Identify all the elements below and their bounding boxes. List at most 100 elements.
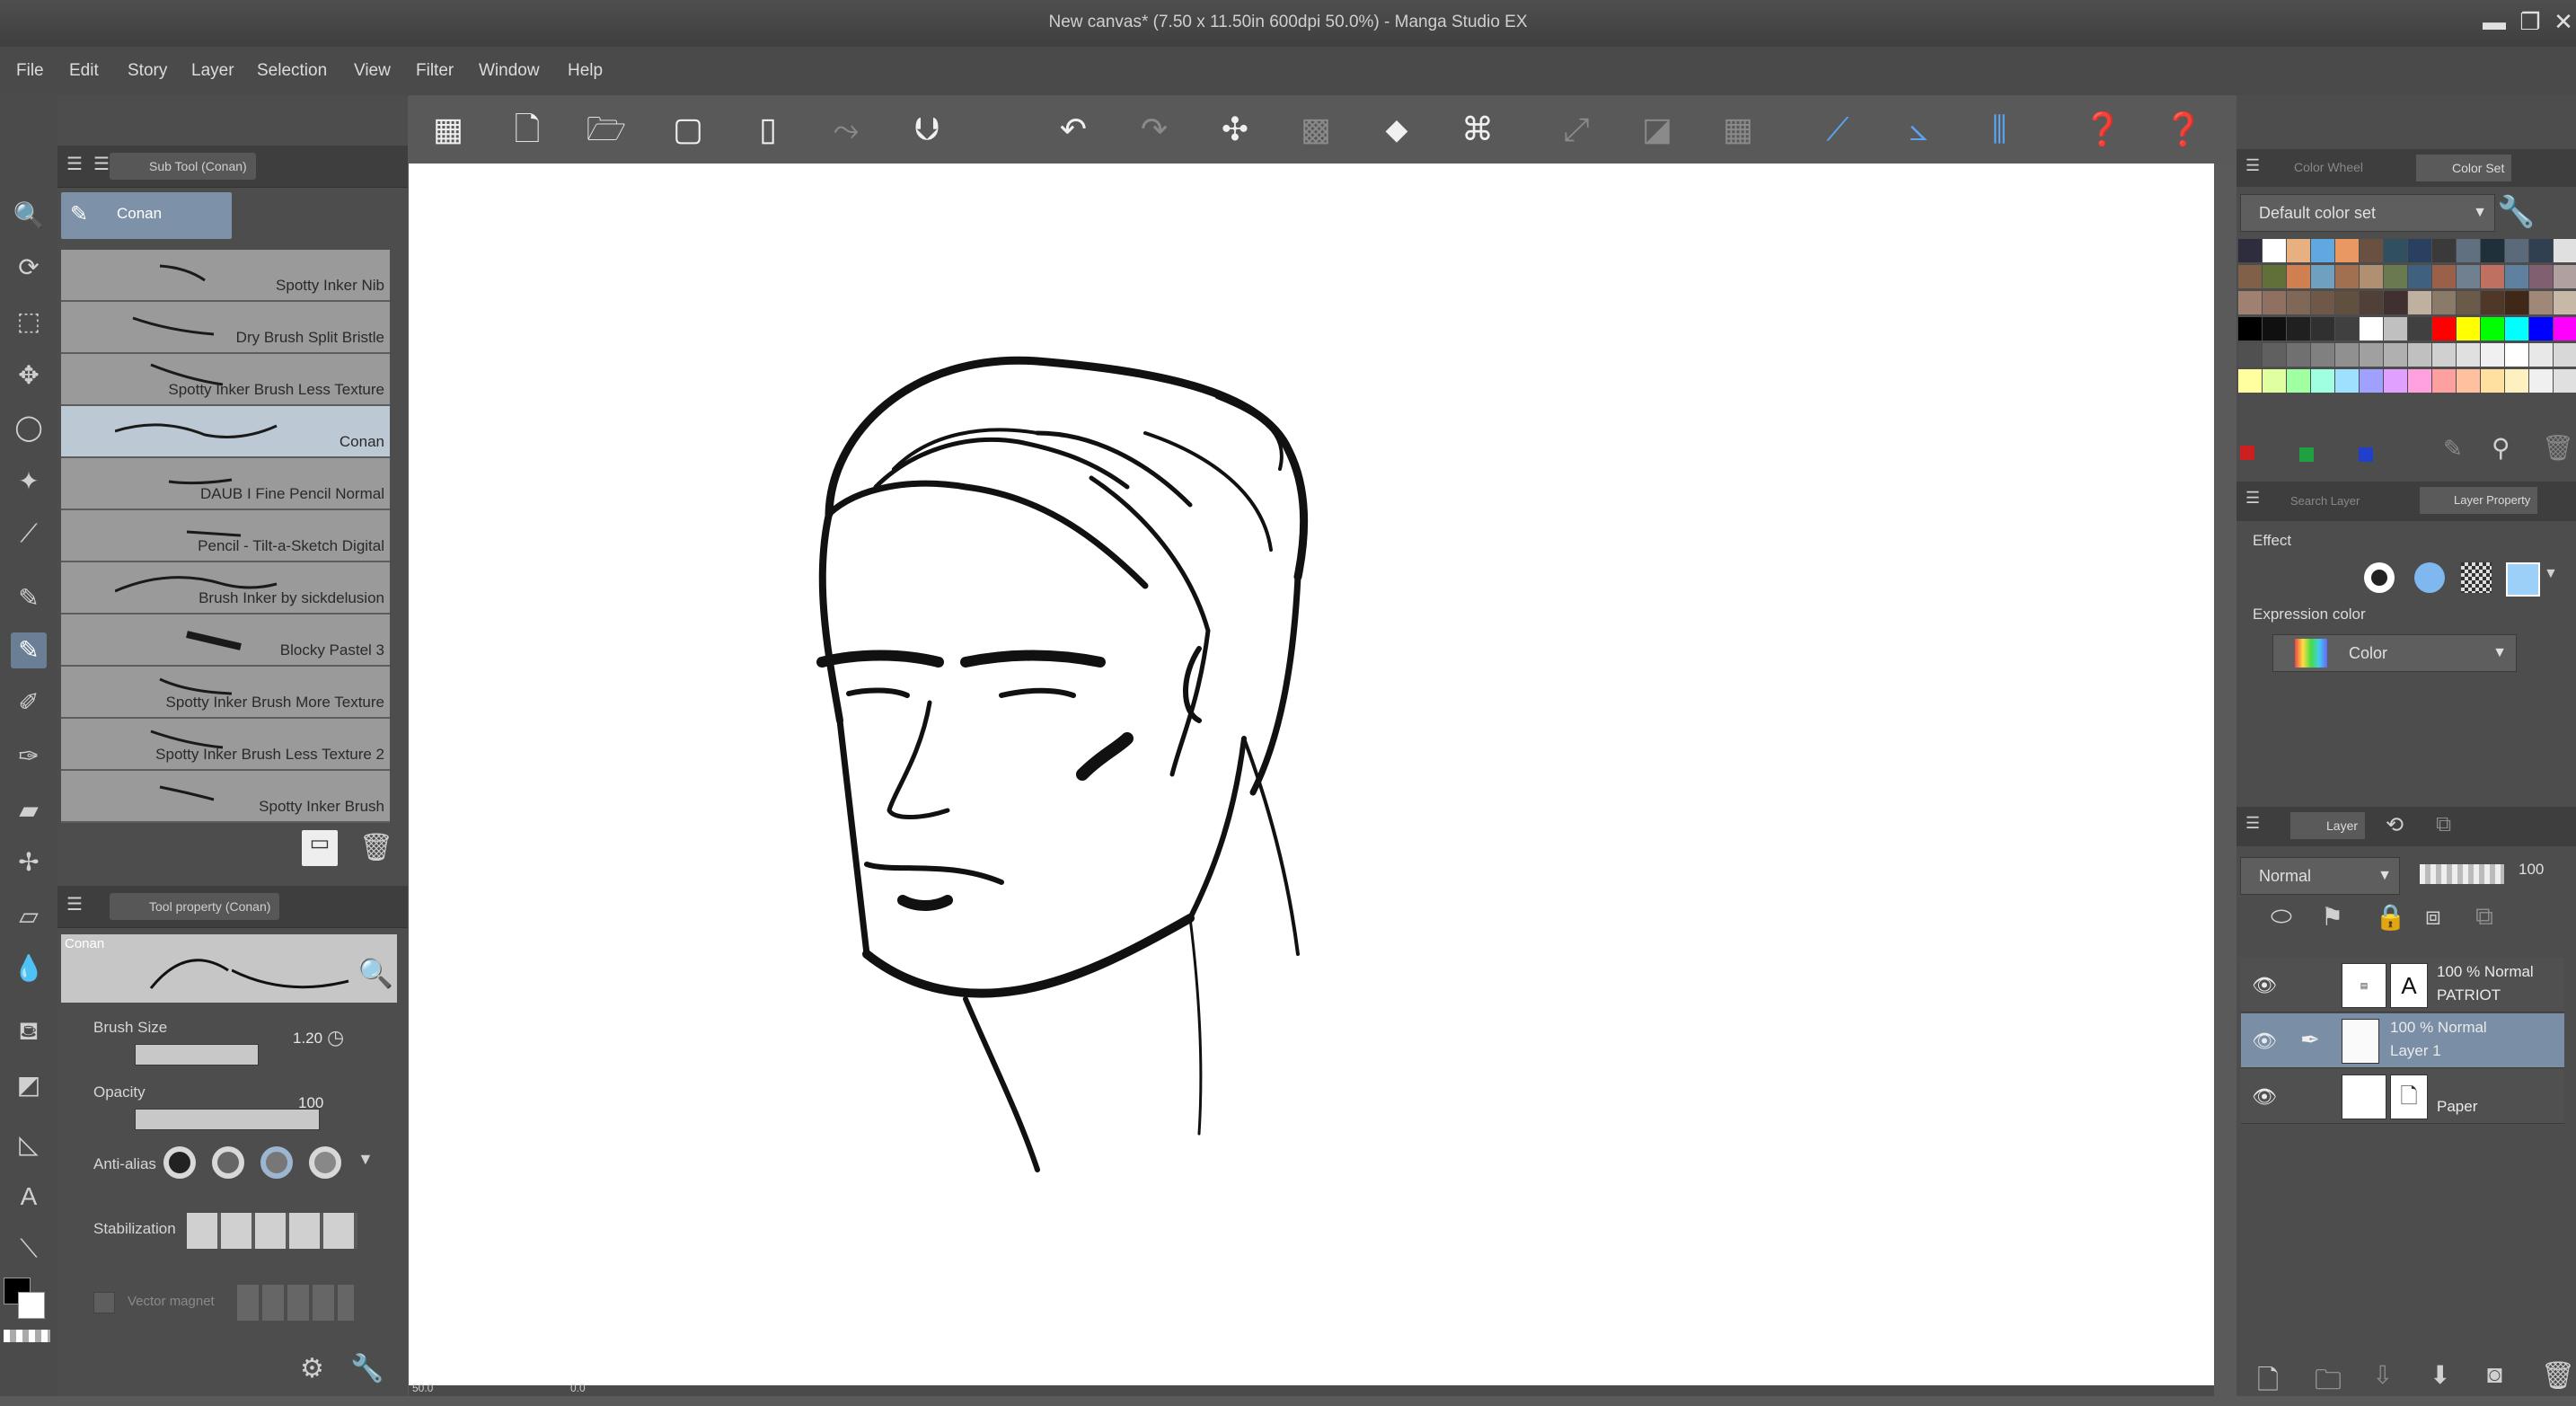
color-swatch[interactable] — [2457, 317, 2480, 340]
panel-menu-icon[interactable]: ☰ — [66, 893, 83, 915]
expression-color-effect-icon[interactable] — [2414, 562, 2445, 593]
color-set-dropdown[interactable]: Default color set ▼ — [2240, 194, 2495, 232]
color-swatch[interactable] — [2360, 369, 2383, 393]
color-swatch[interactable] — [2335, 317, 2359, 340]
color-swatch[interactable] — [2432, 317, 2456, 340]
menu-file[interactable]: File — [16, 61, 44, 81]
antialias-weak-icon[interactable] — [212, 1146, 244, 1179]
brush-list-item[interactable]: Brush Inker by sickdelusion — [61, 562, 390, 615]
color-swatch[interactable] — [2311, 317, 2334, 340]
vector-magnet-checkbox[interactable] — [93, 1292, 115, 1313]
save-icon[interactable]: ▢ — [666, 108, 710, 151]
color-swatch[interactable] — [2481, 317, 2504, 340]
lock-transparency-icon[interactable]: ⧈ — [2425, 902, 2441, 932]
fill-icon[interactable]: ◪ — [1636, 108, 1679, 151]
sub-tool-tab[interactable]: Sub Tool (Conan) — [110, 153, 256, 180]
color-swatch[interactable] — [2481, 265, 2504, 288]
delete-sub-tool-icon[interactable]: 🗑 — [359, 832, 393, 863]
tab-color-set[interactable]: Color Set — [2416, 155, 2512, 181]
color-swatch[interactable] — [2287, 369, 2310, 393]
brush-list-item[interactable]: Dry Brush Split Bristle — [61, 302, 390, 354]
color-swatch[interactable] — [2457, 369, 2480, 393]
decoration-tool-icon[interactable]: ▰ — [11, 792, 47, 828]
brush-list-item[interactable]: Spotty Inker Nib — [61, 250, 390, 302]
color-swatch[interactable] — [2287, 265, 2310, 288]
rotate-tool-icon[interactable]: ⟳ — [11, 250, 47, 286]
help-icon[interactable]: ❓ — [2081, 108, 2124, 151]
clip-layer-icon[interactable]: ⬭ — [2271, 902, 2292, 932]
color-swatch[interactable] — [2311, 343, 2334, 367]
brush-list-item[interactable]: Spotty Inker Brush More Texture — [61, 667, 390, 719]
color-swatch[interactable] — [2335, 343, 2359, 367]
vector-magnet-slider[interactable] — [237, 1285, 354, 1321]
pen-ruler-icon[interactable]: ⟋ — [1816, 108, 1859, 151]
opacity-value[interactable]: 100 — [298, 1094, 323, 1112]
color-swatch[interactable] — [2384, 369, 2407, 393]
tool-property-tab[interactable]: Tool property (Conan) — [110, 893, 280, 920]
brush-list-item[interactable]: DAUB I Fine Pencil Normal — [61, 458, 390, 510]
rotation-value[interactable]: 0.0 — [570, 1382, 586, 1394]
new-raster-layer-icon[interactable]: 🗋 — [2257, 1360, 2279, 1406]
text-tool-icon[interactable]: A — [11, 1179, 47, 1215]
color-swatch[interactable] — [2311, 369, 2334, 393]
gradient-tool-icon[interactable]: ◩ — [11, 1067, 47, 1103]
menu-window[interactable]: Window — [479, 61, 540, 81]
color-swatch[interactable] — [2505, 265, 2528, 288]
eraser-icon[interactable]: ⬥ — [1375, 108, 1418, 151]
color-swatch[interactable] — [2335, 265, 2359, 288]
color-swatch[interactable] — [2457, 343, 2480, 367]
panel-menu-icon[interactable]: ☰ — [2245, 489, 2260, 508]
brush-list-item[interactable]: Spotty Inker Brush — [61, 771, 390, 823]
color-swatch[interactable] — [2481, 369, 2504, 393]
transfer-layer-icon[interactable]: ⇩ — [2372, 1360, 2393, 1390]
chevron-down-icon[interactable]: ▼ — [357, 1150, 374, 1169]
eraser-tool-icon[interactable]: ▱ — [11, 898, 47, 934]
layer-color-effect-icon[interactable] — [2506, 562, 2540, 597]
pencil-tool-icon[interactable]: ✐ — [11, 685, 47, 721]
eye-icon[interactable]: 👁 — [2252, 1030, 2277, 1053]
menu-edit[interactable]: Edit — [69, 61, 99, 81]
menu-view[interactable]: View — [354, 61, 391, 81]
grid-off-icon[interactable]: ▦ — [1716, 108, 1760, 151]
panel-menu-icon[interactable]: ☰ — [93, 153, 110, 175]
color-swatch[interactable] — [2360, 343, 2383, 367]
menu-filter[interactable]: Filter — [416, 61, 454, 81]
tab-layer[interactable]: Layer — [2290, 812, 2366, 839]
color-swatch[interactable] — [2263, 317, 2286, 340]
operation-tool-icon[interactable]: ⬚ — [11, 304, 47, 340]
color-swatch[interactable] — [2311, 239, 2334, 262]
transform-icon[interactable]: ▩ — [1294, 108, 1337, 151]
color-swatch[interactable] — [2481, 343, 2504, 367]
color-swatch[interactable] — [2554, 343, 2576, 367]
merge-layer-icon[interactable]: ⬇ — [2430, 1360, 2450, 1390]
ruler-off-icon[interactable]: ⤢ — [1555, 108, 1598, 151]
color-swatch[interactable] — [2432, 291, 2456, 314]
color-swatch[interactable] — [2360, 239, 2383, 262]
color-swatch[interactable] — [2554, 265, 2576, 288]
sub-view-icon[interactable]: ⧉ — [2436, 812, 2451, 837]
drawing-canvas[interactable] — [409, 164, 2214, 1385]
delete-layer-icon[interactable]: 🗑 — [2541, 1360, 2575, 1392]
tab-layer-property[interactable]: Layer Property — [2420, 487, 2538, 514]
brush-list-item[interactable]: Spotty Inker Brush Less Texture — [61, 354, 390, 406]
wrench-icon[interactable]: 🔧 — [350, 1353, 384, 1384]
color-swatch[interactable] — [2384, 317, 2407, 340]
tab-search-layer[interactable]: Search Layer — [2290, 494, 2360, 508]
color-swatch[interactable] — [2408, 343, 2431, 367]
antialias-medium-icon[interactable] — [260, 1146, 293, 1179]
color-swatch[interactable] — [2360, 317, 2383, 340]
layer-row-paper[interactable]: 👁 🗋 Paper — [2241, 1069, 2564, 1124]
color-swatch[interactable] — [2360, 265, 2383, 288]
antialias-strong-icon[interactable] — [309, 1146, 341, 1179]
tone-effect-icon[interactable] — [2461, 562, 2492, 593]
blend-mode-dropdown[interactable]: Normal ▼ — [2240, 857, 2400, 895]
blend-tool-icon[interactable]: ✢ — [11, 844, 47, 880]
color-swatch[interactable] — [2311, 265, 2334, 288]
color-swatch[interactable] — [2263, 291, 2286, 314]
color-swatch[interactable] — [2529, 265, 2553, 288]
panel-menu-icon[interactable]: ☰ — [2245, 156, 2260, 175]
pressure-icon[interactable]: ◷ — [327, 1026, 344, 1049]
eyedropper-icon[interactable]: ⟋ — [11, 516, 47, 552]
color-swatch[interactable] — [2457, 265, 2480, 288]
mask-icon[interactable]: ⧉ — [2475, 902, 2493, 932]
